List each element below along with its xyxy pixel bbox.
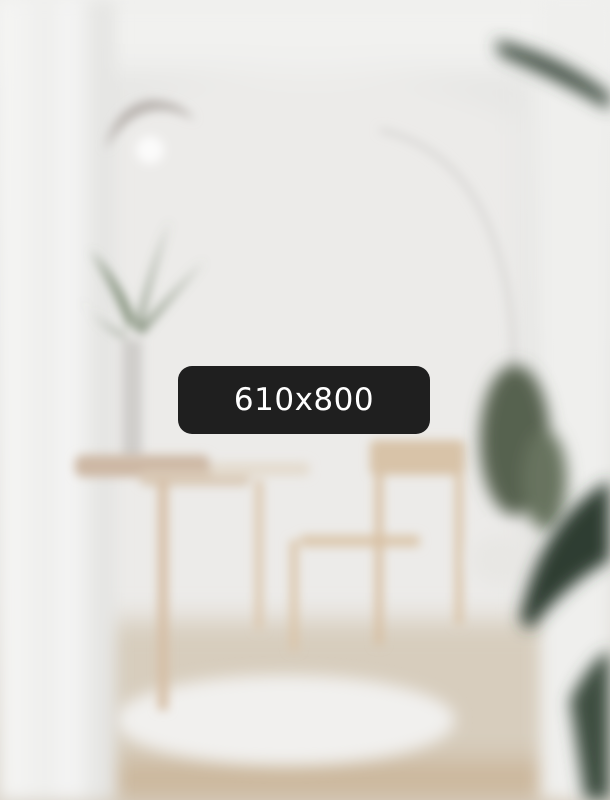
image-dimensions-badge: 610x800 — [178, 366, 430, 434]
left-curtain — [0, 0, 115, 800]
blurred-interior-photo: 610x800 — [0, 0, 610, 800]
